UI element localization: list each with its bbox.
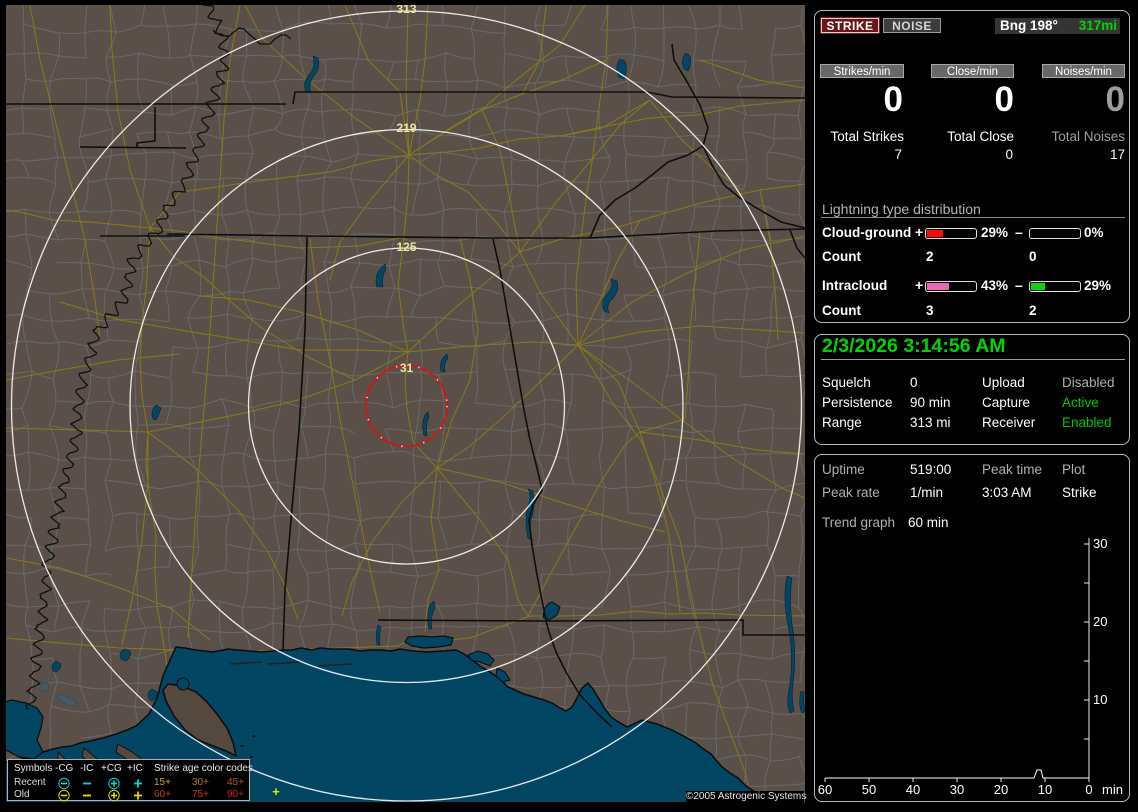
svg-text:10: 10 (1093, 692, 1107, 707)
svg-text:60: 60 (818, 782, 832, 797)
svg-text:+: + (272, 784, 280, 799)
svg-text:40: 40 (906, 782, 920, 797)
svg-text:10: 10 (1038, 782, 1052, 797)
svg-text:30: 30 (1093, 536, 1107, 551)
svg-text:min: min (1102, 782, 1123, 797)
svg-text:20: 20 (1093, 614, 1107, 629)
svg-text:30: 30 (950, 782, 964, 797)
svg-text:0: 0 (1085, 782, 1092, 797)
svg-text:219: 219 (396, 121, 416, 135)
svg-text:125: 125 (396, 240, 416, 254)
svg-text:31: 31 (400, 361, 414, 375)
svg-text:313: 313 (396, 5, 416, 16)
svg-text:20: 20 (994, 782, 1008, 797)
svg-text:50: 50 (862, 782, 876, 797)
